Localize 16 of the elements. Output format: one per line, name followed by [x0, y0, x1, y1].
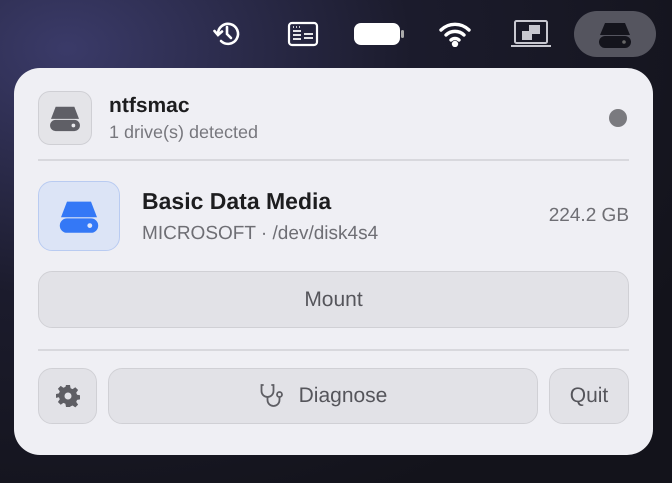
settings-icon — [56, 384, 80, 408]
app-name: ntfsmac — [109, 94, 191, 118]
keyboard-shortcut-icon[interactable] — [287, 20, 319, 48]
battery-icon[interactable] — [353, 21, 405, 47]
drive-icon — [38, 91, 92, 145]
drive-count: 1 drive(s) detected — [109, 122, 260, 142]
drive-path: MICROSOFT · /dev/disk4s4 — [142, 222, 380, 244]
drive-size: 224.2 GB — [548, 205, 629, 227]
quit-button[interactable]: Quit — [549, 368, 629, 424]
laptop-icon[interactable] — [510, 19, 552, 49]
wifi-icon[interactable] — [438, 21, 472, 47]
drive-icon — [38, 181, 120, 251]
drive-name: Basic Data Media — [142, 188, 332, 214]
diagnose-button[interactable]: Diagnose — [108, 368, 538, 424]
settings-button[interactable] — [38, 368, 97, 424]
mount-button[interactable]: Mount — [38, 271, 629, 328]
